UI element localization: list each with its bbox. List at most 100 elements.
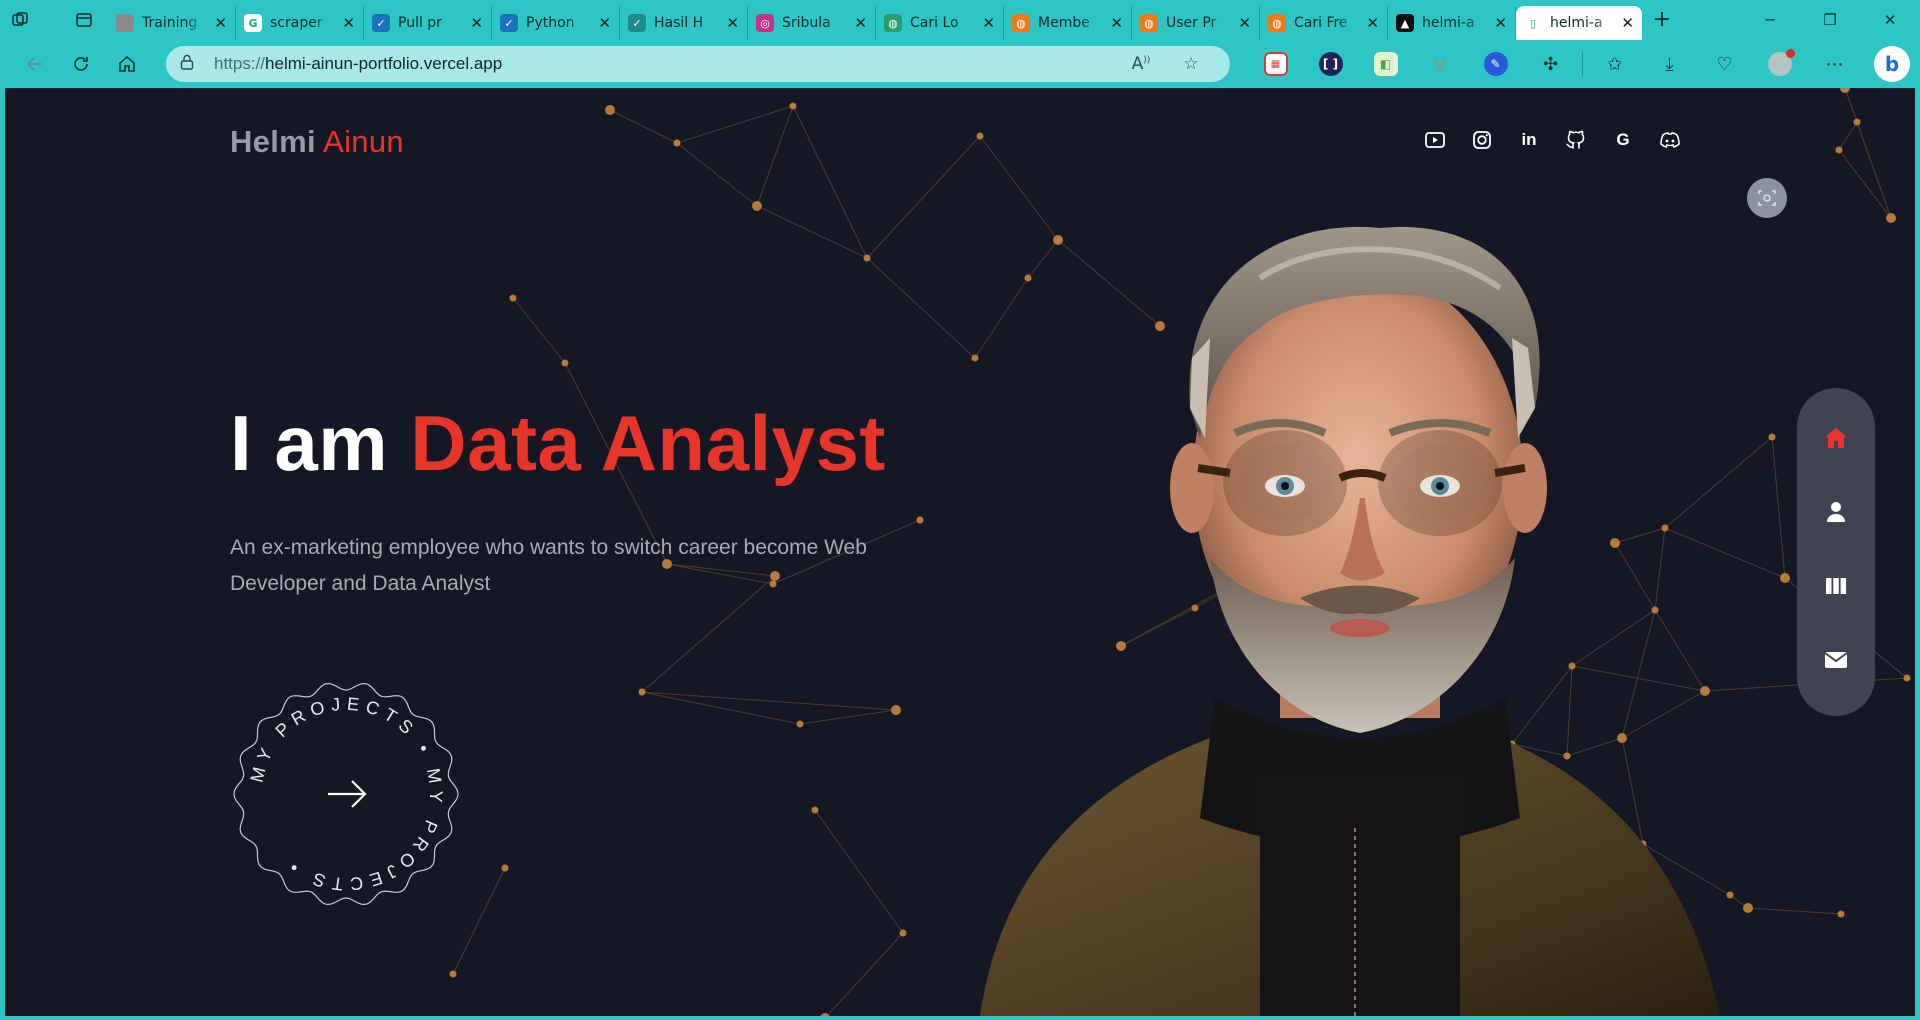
tab-strip: Training ✕ Gscraper ✕ ✓ Pull pr ✕ ✓ Python ✕ ✓ Hasi… bbox=[0, 0, 1920, 40]
close-tab-icon[interactable]: ✕ bbox=[214, 14, 227, 32]
browser-tab[interactable]: ◍ User Pr ✕ bbox=[1132, 6, 1260, 40]
network-line bbox=[609, 109, 678, 144]
visual-search-icon[interactable] bbox=[1747, 178, 1787, 218]
network-line bbox=[1771, 436, 1786, 579]
v-extension-icon[interactable]: V bbox=[1413, 44, 1468, 84]
hero-prefix: I am bbox=[230, 399, 389, 487]
network-node bbox=[752, 201, 762, 211]
design-extension-icon[interactable]: ✎ bbox=[1468, 44, 1523, 84]
tab-title: Pull pr bbox=[398, 15, 442, 31]
read-aloud-icon[interactable]: A)) bbox=[1116, 54, 1166, 74]
close-tab-icon[interactable]: ✕ bbox=[598, 14, 611, 32]
network-node bbox=[1837, 910, 1845, 918]
network-line bbox=[756, 105, 794, 207]
close-tab-icon[interactable]: ✕ bbox=[982, 14, 995, 32]
hero-title: I am Data Analyst bbox=[230, 398, 886, 489]
close-tab-icon[interactable]: ✕ bbox=[1621, 14, 1634, 32]
url-text[interactable]: https://helmi-ainun-portfolio.vercel.app bbox=[214, 54, 1116, 74]
brand-logo[interactable]: Helmi Ainun bbox=[230, 124, 404, 160]
home-button[interactable] bbox=[104, 44, 150, 84]
new-tab-button[interactable]: + bbox=[1642, 3, 1682, 37]
downloads-icon[interactable]: ⤓ bbox=[1642, 44, 1697, 84]
discord-icon[interactable] bbox=[1658, 128, 1682, 152]
portrait-illustration bbox=[980, 226, 1720, 1016]
close-tab-icon[interactable]: ✕ bbox=[726, 14, 739, 32]
close-tab-icon[interactable]: ✕ bbox=[1238, 14, 1251, 32]
network-node bbox=[1853, 118, 1861, 126]
toggle-extension-icon[interactable]: ◧ bbox=[1358, 44, 1413, 84]
mail-icon[interactable] bbox=[1816, 640, 1856, 680]
more-menu-icon[interactable]: ⋯ bbox=[1807, 44, 1862, 84]
tab-favicon: ◍ bbox=[1268, 14, 1286, 32]
my-projects-button[interactable]: MY PROJECTS • MY PROJECTS • bbox=[230, 678, 462, 910]
tab-title: Python bbox=[526, 15, 575, 31]
network-node bbox=[605, 105, 615, 115]
browser-tab[interactable]: ✓ Hasil H ✕ bbox=[620, 6, 748, 40]
network-line bbox=[1856, 121, 1892, 219]
restore-button[interactable]: ❐ bbox=[1800, 0, 1860, 40]
browser-tab[interactable]: ◍ Cari Lo ✕ bbox=[876, 6, 1004, 40]
refresh-button[interactable] bbox=[58, 44, 104, 84]
calendar-extension-icon[interactable]: ▦ bbox=[1248, 44, 1303, 84]
browser-tab[interactable]: ✓ Pull pr ✕ bbox=[364, 6, 492, 40]
side-navigation bbox=[1797, 388, 1875, 716]
favorites-icon[interactable]: ✩ bbox=[1587, 44, 1642, 84]
browser-tab[interactable]: ◎ Sribula ✕ bbox=[748, 6, 876, 40]
favorite-star-icon[interactable]: ☆ bbox=[1166, 54, 1216, 74]
close-tab-icon[interactable]: ✕ bbox=[342, 14, 355, 32]
google-icon[interactable]: G bbox=[1611, 128, 1635, 152]
close-window-button[interactable]: ✕ bbox=[1860, 0, 1920, 40]
network-node bbox=[916, 516, 924, 524]
minimize-button[interactable]: ─ bbox=[1740, 0, 1800, 40]
network-line bbox=[814, 809, 904, 934]
close-tab-icon[interactable]: ✕ bbox=[1366, 14, 1379, 32]
linkedin-icon[interactable]: in bbox=[1517, 128, 1541, 152]
vertical-tabs-icon[interactable] bbox=[64, 0, 104, 40]
copilot-bing-icon[interactable]: b bbox=[1874, 46, 1910, 82]
tab-title: Hasil H bbox=[654, 15, 704, 31]
instagram-icon[interactable] bbox=[1470, 128, 1494, 152]
tab-title: Sribula bbox=[782, 15, 831, 31]
browser-tab[interactable]: ◍ Membe ✕ bbox=[1004, 6, 1132, 40]
home-icon[interactable] bbox=[1816, 418, 1856, 458]
profile-avatar[interactable] bbox=[1752, 44, 1807, 84]
browser-tab[interactable]: Gscraper ✕ bbox=[236, 6, 364, 40]
browser-tab[interactable]: ▲ helmi-a ✕ bbox=[1388, 6, 1516, 40]
extensions-row: ▦ [ ] ◧ V ✎ ✣ ✩ ⤓ ♡ ⋯ b bbox=[1248, 44, 1910, 84]
network-node bbox=[811, 806, 819, 814]
bracket-extension-icon[interactable]: [ ] bbox=[1303, 44, 1358, 84]
close-tab-icon[interactable]: ✕ bbox=[854, 14, 867, 32]
brand-last-name: Ainun bbox=[323, 124, 404, 159]
browser-tab[interactable]: ◍ Cari Fre ✕ bbox=[1260, 6, 1388, 40]
network-line bbox=[866, 257, 976, 359]
workspaces-icon[interactable] bbox=[0, 0, 40, 40]
user-icon[interactable] bbox=[1816, 492, 1856, 532]
network-node bbox=[501, 864, 509, 872]
youtube-icon[interactable] bbox=[1423, 128, 1447, 152]
browser-tab[interactable]: ✓ Python ✕ bbox=[492, 6, 620, 40]
network-line bbox=[826, 932, 904, 1016]
address-bar[interactable]: https://helmi-ainun-portfolio.vercel.app… bbox=[166, 46, 1230, 82]
network-line bbox=[676, 105, 794, 144]
projects-icon[interactable] bbox=[1816, 566, 1856, 606]
close-tab-icon[interactable]: ✕ bbox=[470, 14, 483, 32]
url-protocol: https:// bbox=[214, 54, 266, 73]
back-button[interactable] bbox=[12, 44, 58, 84]
tab-favicon: ▲ bbox=[1396, 14, 1414, 32]
brand-first-name: Helmi bbox=[230, 124, 316, 159]
github-icon[interactable] bbox=[1564, 128, 1588, 152]
tab-title: User Pr bbox=[1166, 15, 1217, 31]
close-tab-icon[interactable]: ✕ bbox=[1494, 14, 1507, 32]
tab-title: helmi-a bbox=[1550, 15, 1603, 31]
network-node bbox=[863, 254, 871, 262]
network-node bbox=[638, 688, 646, 696]
close-tab-icon[interactable]: ✕ bbox=[1110, 14, 1123, 32]
browser-tab[interactable]: ▯ helmi-a ✕ bbox=[1516, 6, 1642, 40]
network-node bbox=[891, 705, 901, 715]
browser-essentials-icon[interactable]: ♡ bbox=[1697, 44, 1752, 84]
network-node bbox=[1780, 573, 1790, 583]
lock-icon[interactable] bbox=[180, 54, 204, 74]
network-node bbox=[796, 720, 804, 728]
extensions-puzzle-icon[interactable]: ✣ bbox=[1523, 44, 1578, 84]
browser-tab[interactable]: Training ✕ bbox=[108, 6, 236, 40]
